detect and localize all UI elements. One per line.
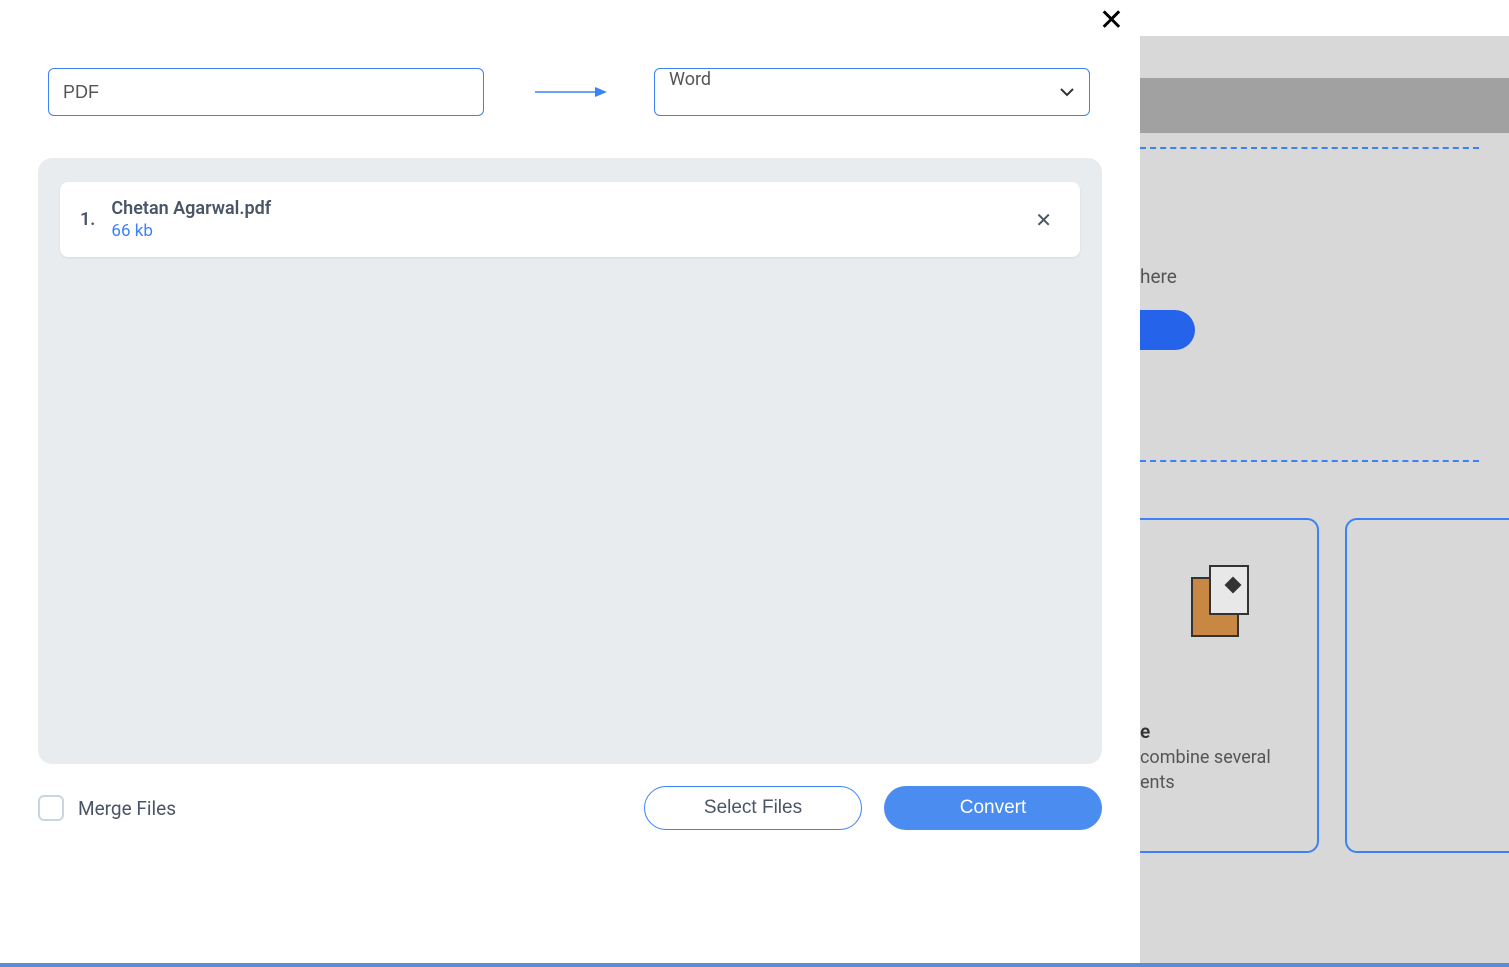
merge-files-label: Merge Files <box>78 797 176 820</box>
bg-feature-card <box>1122 518 1319 853</box>
source-format-input[interactable] <box>48 68 484 116</box>
file-meta: Chetan Agarwal.pdf 66 kb <box>111 198 1027 241</box>
remove-file-button[interactable]: ✕ <box>1027 206 1060 234</box>
file-list-panel: 1. Chetan Agarwal.pdf 66 kb ✕ <box>38 158 1102 764</box>
close-modal-button[interactable]: ✕ <box>1099 6 1124 36</box>
merge-icon <box>1191 565 1251 640</box>
select-files-button[interactable]: Select Files <box>644 786 862 830</box>
format-row: Word <box>0 0 1140 116</box>
bg-feature-card-partial <box>1345 518 1509 853</box>
close-icon: ✕ <box>1099 3 1124 38</box>
convert-modal: ✕ Word 1. Chetan Agarwal.pdf 66 kb ✕ <box>0 0 1140 880</box>
file-size: 66 kb <box>111 221 1027 241</box>
file-item: 1. Chetan Agarwal.pdf 66 kb ✕ <box>60 182 1080 257</box>
arrow-right-icon <box>529 82 609 102</box>
target-format-select[interactable]: Word <box>654 68 1090 116</box>
bg-topbar <box>1140 36 1509 78</box>
target-format-wrap: Word <box>654 68 1090 116</box>
modal-footer: Merge Files Select Files Convert <box>0 764 1140 830</box>
merge-files-option: Merge Files <box>38 795 644 821</box>
file-index: 1. <box>80 209 95 230</box>
file-name: Chetan Agarwal.pdf <box>111 198 1027 219</box>
convert-button[interactable]: Convert <box>884 786 1102 830</box>
bg-card-desc-line2: ents <box>1140 772 1175 793</box>
bg-dashed-border-mid <box>1140 460 1479 462</box>
bg-dashed-border-top <box>1140 147 1479 149</box>
bg-browse-button-partial <box>1140 310 1195 350</box>
bg-card-desc-line1: combine several <box>1140 747 1271 768</box>
bg-card-description: combine several ents <box>1140 745 1295 795</box>
bg-bottom-border <box>0 963 1509 967</box>
page-front-icon <box>1209 565 1249 615</box>
close-icon: ✕ <box>1035 208 1052 232</box>
bg-graybar <box>1140 78 1509 133</box>
arrow-container <box>484 82 654 102</box>
merge-files-checkbox[interactable] <box>38 795 64 821</box>
bg-drop-hint: here <box>1140 265 1177 288</box>
bg-card-title: e <box>1140 720 1150 743</box>
